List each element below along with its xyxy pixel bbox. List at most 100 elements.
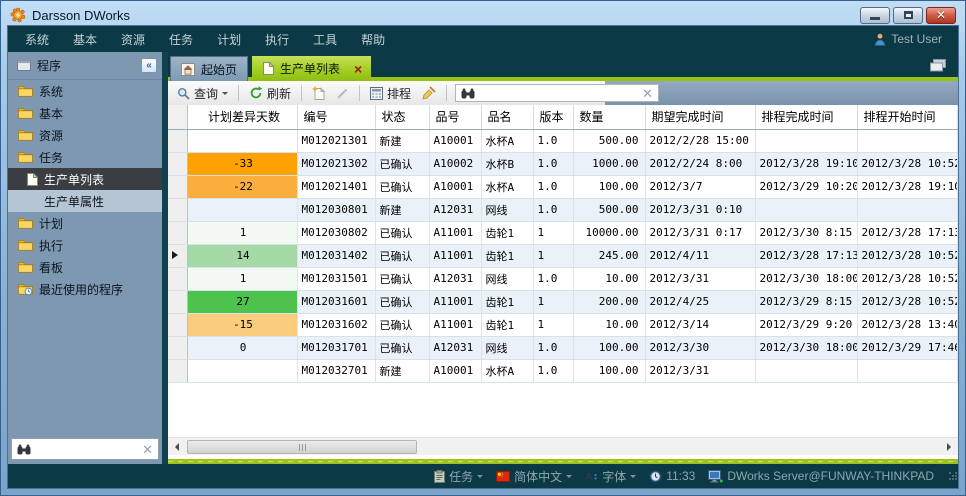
row-selector-cell[interactable] <box>168 198 187 221</box>
cell-order-no[interactable]: M012030802 <box>297 221 375 244</box>
cell-version[interactable]: 1.0 <box>533 129 573 152</box>
cell-sched-start[interactable]: 2012/3/28 19:10 <box>857 175 957 198</box>
cell-expected-finish[interactable]: 2012/4/25 <box>645 290 755 313</box>
cell-item-no[interactable]: A11001 <box>429 244 481 267</box>
cell-sched-start[interactable] <box>857 198 957 221</box>
cell-quantity[interactable]: 10.00 <box>573 267 645 290</box>
minimize-button[interactable] <box>860 7 890 24</box>
cell-item-no[interactable]: A12031 <box>429 267 481 290</box>
horizontal-scrollbar[interactable] <box>168 437 958 455</box>
cell-extra[interactable] <box>957 129 958 152</box>
cell-version[interactable]: 1.0 <box>533 267 573 290</box>
tab-production-order-list[interactable]: 生产单列表 × <box>252 56 371 81</box>
tab-close-icon[interactable]: × <box>354 62 362 76</box>
cell-extra[interactable] <box>957 267 958 290</box>
refresh-button[interactable]: 刷新 <box>245 84 295 103</box>
cell-status[interactable]: 新建 <box>375 359 429 382</box>
cell-version[interactable]: 1 <box>533 244 573 267</box>
resize-grip[interactable] <box>949 472 951 474</box>
cell-expected-finish[interactable]: 2012/2/28 15:00 <box>645 129 755 152</box>
menu-item[interactable]: 系统 <box>13 31 61 48</box>
row-selector-cell[interactable] <box>168 221 187 244</box>
cell-item-no[interactable]: A11001 <box>429 221 481 244</box>
cell-version[interactable]: 1.0 <box>533 336 573 359</box>
cell-sched-start[interactable]: 2012/3/29 17:46 <box>857 336 957 359</box>
status-font-menu[interactable]: A 字体 <box>585 468 636 485</box>
cell-sched-finish[interactable]: 2012/3/30 18:00 <box>755 336 857 359</box>
edit-button[interactable] <box>332 86 353 101</box>
row-selector-cell[interactable] <box>168 336 187 359</box>
cell-sched-finish[interactable]: 2012/3/29 9:20 <box>755 313 857 336</box>
cell-quantity[interactable]: 100.00 <box>573 175 645 198</box>
cell-plan-diff-days[interactable]: 1 <box>187 221 297 244</box>
cell-sched-finish[interactable]: 2012/3/28 19:10 <box>755 152 857 175</box>
column-header[interactable]: 品名 <box>481 105 533 129</box>
cell-item-name[interactable]: 齿轮1 <box>481 313 533 336</box>
row-selector-cell[interactable] <box>168 267 187 290</box>
row-selector-cell[interactable] <box>168 313 187 336</box>
cell-item-name[interactable]: 网线 <box>481 267 533 290</box>
column-header[interactable]: 计划差异天数 <box>187 105 297 129</box>
sidebar-item[interactable]: 系统 <box>8 80 162 102</box>
cell-item-no[interactable]: A11001 <box>429 290 481 313</box>
cell-item-name[interactable]: 水杯A <box>481 359 533 382</box>
cell-plan-diff-days[interactable] <box>187 359 297 382</box>
cell-plan-diff-days[interactable]: 0 <box>187 336 297 359</box>
tab-home[interactable]: 起始页 <box>170 56 248 81</box>
cell-extra[interactable] <box>957 175 958 198</box>
cell-item-no[interactable]: A10002 <box>429 152 481 175</box>
scrollbar-thumb[interactable] <box>187 440 417 454</box>
column-header[interactable]: 品号 <box>429 105 481 129</box>
cell-sched-start[interactable]: 2012/3/28 10:52 <box>857 244 957 267</box>
cell-quantity[interactable]: 10000.00 <box>573 221 645 244</box>
cell-item-no[interactable]: A12031 <box>429 198 481 221</box>
cell-version[interactable]: 1.0 <box>533 175 573 198</box>
sidebar-item[interactable]: 计划 <box>8 212 162 234</box>
row-selector-cell[interactable] <box>168 152 187 175</box>
table-row[interactable]: -33M012021302已确认A10002水杯B1.01000.002012/… <box>168 152 958 175</box>
cell-sched-start[interactable]: 2012/3/28 13:40 <box>857 313 957 336</box>
menu-item[interactable]: 工具 <box>301 31 349 48</box>
cell-version[interactable]: 1.0 <box>533 198 573 221</box>
sidebar-item[interactable]: 执行 <box>8 234 162 256</box>
sidebar-item[interactable]: 生产单属性 <box>8 190 162 212</box>
cell-order-no[interactable]: M012030801 <box>297 198 375 221</box>
cell-expected-finish[interactable]: 2012/3/7 <box>645 175 755 198</box>
cell-quantity[interactable]: 500.00 <box>573 198 645 221</box>
cell-quantity[interactable]: 100.00 <box>573 359 645 382</box>
table-row[interactable]: 27M012031601已确认A11001齿轮11200.002012/4/25… <box>168 290 958 313</box>
cell-order-no[interactable]: M012031402 <box>297 244 375 267</box>
cell-version[interactable]: 1.0 <box>533 359 573 382</box>
cell-sched-finish[interactable]: 2012/3/30 8:15 <box>755 221 857 244</box>
cell-status[interactable]: 已确认 <box>375 290 429 313</box>
cell-item-no[interactable]: A10001 <box>429 175 481 198</box>
scroll-right-button[interactable] <box>941 439 958 455</box>
column-header[interactable]: 编号 <box>297 105 375 129</box>
table-row[interactable]: 14M012031402已确认A11001齿轮11245.002012/4/11… <box>168 244 958 267</box>
schedule-button[interactable]: 排程 <box>366 84 415 103</box>
cell-status[interactable]: 已确认 <box>375 175 429 198</box>
cell-status[interactable]: 已确认 <box>375 313 429 336</box>
cell-version[interactable]: 1 <box>533 313 573 336</box>
table-row[interactable]: -22M012021401已确认A10001水杯A1.0100.002012/3… <box>168 175 958 198</box>
cell-extra[interactable] <box>957 336 958 359</box>
cell-extra[interactable] <box>957 290 958 313</box>
cell-version[interactable]: 1 <box>533 221 573 244</box>
column-header[interactable]: 数量 <box>573 105 645 129</box>
cell-quantity[interactable]: 1000.00 <box>573 152 645 175</box>
cell-plan-diff-days[interactable] <box>187 129 297 152</box>
column-header[interactable]: 版本 <box>533 105 573 129</box>
cell-order-no[interactable]: M012021401 <box>297 175 375 198</box>
cell-sched-start[interactable]: 2012/3/28 17:13 <box>857 221 957 244</box>
cell-item-name[interactable]: 网线 <box>481 336 533 359</box>
cell-item-name[interactable]: 水杯B <box>481 152 533 175</box>
close-button[interactable]: ✕ <box>926 7 956 24</box>
sidebar-search-clear-icon[interactable]: ✕ <box>142 443 153 456</box>
column-header[interactable]: 状态 <box>375 105 429 129</box>
cell-status[interactable]: 新建 <box>375 129 429 152</box>
query-button[interactable]: 查询 <box>173 84 232 103</box>
cell-extra[interactable] <box>957 244 958 267</box>
cell-item-no[interactable]: A10001 <box>429 129 481 152</box>
cell-item-name[interactable]: 齿轮1 <box>481 221 533 244</box>
column-header[interactable]: 期望完成时间 <box>645 105 755 129</box>
